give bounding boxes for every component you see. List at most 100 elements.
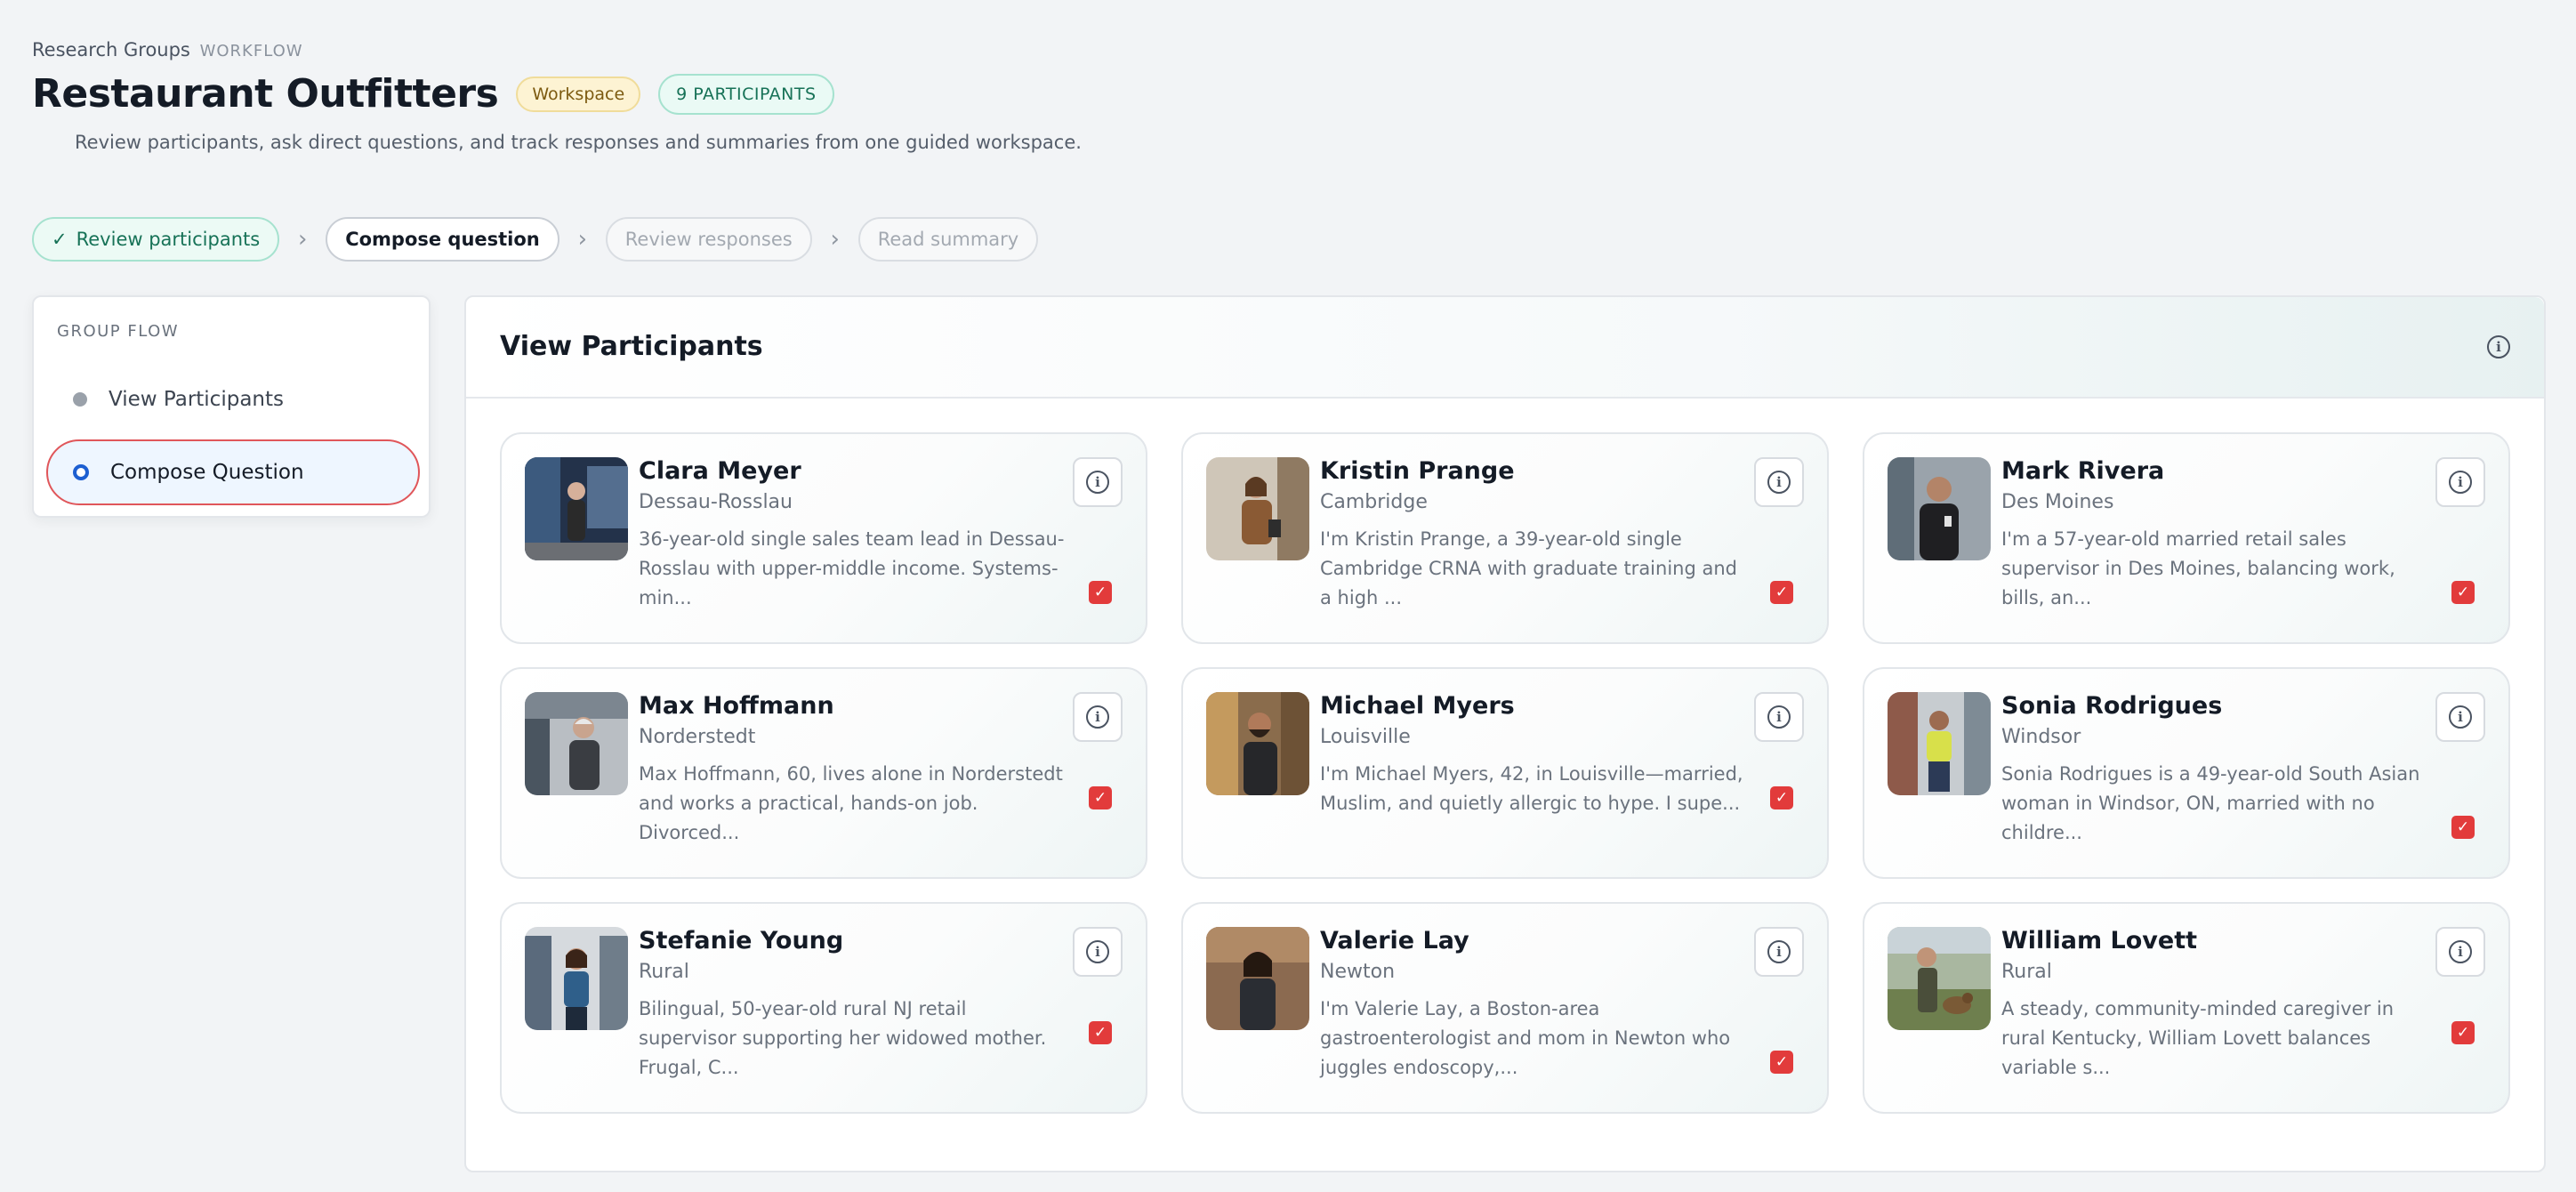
info-icon: i	[2449, 705, 2472, 729]
participant-card[interactable]: Kristin Prange Cambridge I'm Kristin Pra…	[1181, 432, 1829, 644]
participant-card[interactable]: Mark Rivera Des Moines I'm a 57-year-old…	[1863, 432, 2510, 644]
step-label: Compose question	[345, 229, 540, 250]
checkmark-icon: ✓	[52, 229, 68, 250]
sidebar-heading: GROUP FLOW	[57, 322, 180, 341]
participant-info-button[interactable]: i	[1073, 457, 1123, 507]
participant-info-button[interactable]: i	[1754, 927, 1804, 977]
participant-name: William Lovett	[2001, 927, 2198, 954]
sidebar-item-label: Compose Question	[110, 461, 304, 484]
participant-name: Stefanie Young	[639, 927, 844, 954]
panel-header: View Participants i	[466, 297, 2544, 399]
participant-bio: A steady, community-minded caregiver in …	[2001, 998, 2395, 1078]
participant-name: Max Hoffmann	[639, 692, 834, 720]
participant-city: Cambridge	[1320, 491, 1428, 513]
participant-select-checkbox[interactable]: ✓	[2451, 1021, 2475, 1044]
participant-info-button[interactable]: i	[1073, 692, 1123, 742]
participant-photo	[1206, 692, 1309, 795]
participants-count-badge: 9 PARTICIPANTS	[658, 73, 834, 115]
participants-panel: View Participants i Clara Meyer Dessau-R…	[464, 295, 2546, 1172]
chevron-right-icon: ›	[297, 226, 308, 253]
step-review-responses[interactable]: Review responses	[605, 217, 812, 262]
participant-card[interactable]: Sonia Rodrigues Windsor Sonia Rodrigues …	[1863, 667, 2510, 879]
participant-info-button[interactable]: i	[2435, 927, 2485, 977]
info-icon: i	[1086, 940, 1109, 963]
participant-bio: Max Hoffmann, 60, lives alone in Norders…	[639, 763, 1063, 843]
participant-photo	[525, 692, 628, 795]
chevron-right-icon: ›	[577, 226, 587, 253]
step-compose-question[interactable]: Compose question	[326, 217, 559, 262]
info-icon[interactable]: i	[2487, 335, 2510, 358]
participant-info-button[interactable]: i	[1754, 457, 1804, 507]
participant-card[interactable]: Stefanie Young Rural Bilingual, 50-year-…	[500, 902, 1147, 1114]
participant-select-checkbox[interactable]: ✓	[1770, 786, 1793, 809]
info-icon: i	[1767, 940, 1791, 963]
participant-city: Louisville	[1320, 726, 1411, 748]
panel-title: View Participants	[500, 331, 763, 362]
participant-bio: I'm Michael Myers, 42, in Louisville—mar…	[1320, 763, 1743, 814]
participant-name: Michael Myers	[1320, 692, 1515, 720]
participant-select-checkbox[interactable]: ✓	[1089, 786, 1112, 809]
workflow-stepper: ✓ Review participants › Compose question…	[32, 217, 1039, 262]
participant-info-button[interactable]: i	[1073, 927, 1123, 977]
participant-select-checkbox[interactable]: ✓	[1770, 581, 1793, 604]
group-flow-sidebar: GROUP FLOW View Participants Compose Que…	[32, 295, 431, 518]
info-icon: i	[1767, 705, 1791, 729]
participant-card[interactable]: Max Hoffmann Norderstedt Max Hoffmann, 6…	[500, 667, 1147, 879]
participant-city: Dessau-Rosslau	[639, 491, 793, 513]
participant-photo	[1206, 457, 1309, 560]
participant-name: Mark Rivera	[2001, 457, 2165, 485]
participant-select-checkbox[interactable]: ✓	[1770, 1051, 1793, 1074]
participant-card[interactable]: William Lovett Rural A steady, community…	[1863, 902, 2510, 1114]
participant-card[interactable]: Clara Meyer Dessau-Rosslau 36-year-old s…	[500, 432, 1147, 644]
radio-selected-icon	[73, 464, 89, 480]
participant-info-button[interactable]: i	[1754, 692, 1804, 742]
participant-city: Rural	[2001, 961, 2052, 983]
participant-card[interactable]: Michael Myers Louisville I'm Michael Mye…	[1181, 667, 1829, 879]
participant-name: Sonia Rodrigues	[2001, 692, 2223, 720]
info-icon: i	[1767, 471, 1791, 494]
participant-bio: Bilingual, 50-year-old rural NJ retail s…	[639, 998, 1047, 1078]
status-dot-icon	[73, 392, 87, 407]
step-label: Review participants	[76, 229, 261, 250]
participant-select-checkbox[interactable]: ✓	[1089, 581, 1112, 604]
participant-photo	[1206, 927, 1309, 1030]
step-label: Review responses	[624, 229, 793, 250]
participant-name: Clara Meyer	[639, 457, 801, 485]
participant-city: Norderstedt	[639, 726, 756, 748]
step-label: Read summary	[877, 229, 1019, 250]
sidebar-item-label: View Participants	[109, 388, 284, 411]
participant-photo	[525, 927, 628, 1030]
participant-bio: 36-year-old single sales team lead in De…	[639, 528, 1065, 608]
participant-info-button[interactable]: i	[2435, 692, 2485, 742]
participant-city: Windsor	[2001, 726, 2081, 748]
participant-bio: Sonia Rodrigues is a 49-year-old South A…	[2001, 763, 2420, 843]
participant-info-button[interactable]: i	[2435, 457, 2485, 507]
workspace-badge: Workspace	[516, 76, 641, 112]
breadcrumb-section: WORKFLOW	[199, 42, 303, 60]
step-review-participants[interactable]: ✓ Review participants	[32, 217, 280, 262]
participant-city: Des Moines	[2001, 491, 2114, 513]
info-icon: i	[1086, 705, 1109, 729]
participant-select-checkbox[interactable]: ✓	[2451, 816, 2475, 839]
participant-bio: I'm Kristin Prange, a 39-year-old single…	[1320, 528, 1737, 608]
participant-photo	[525, 457, 628, 560]
info-icon: i	[2449, 940, 2472, 963]
title-row: Restaurant Outfitters Workspace 9 PARTIC…	[32, 71, 834, 117]
info-icon: i	[2449, 471, 2472, 494]
participant-city: Rural	[639, 961, 689, 983]
sidebar-item-compose-question[interactable]: Compose Question	[46, 439, 420, 505]
participant-bio: I'm Valerie Lay, a Boston-area gastroent…	[1320, 998, 1731, 1078]
step-read-summary[interactable]: Read summary	[857, 217, 1039, 262]
page-title: Restaurant Outfitters	[32, 71, 499, 117]
info-icon: i	[1086, 471, 1109, 494]
participant-card[interactable]: Valerie Lay Newton I'm Valerie Lay, a Bo…	[1181, 902, 1829, 1114]
participant-name: Kristin Prange	[1320, 457, 1515, 485]
participant-select-checkbox[interactable]: ✓	[1089, 1021, 1112, 1044]
participant-city: Newton	[1320, 961, 1396, 983]
participant-select-checkbox[interactable]: ✓	[2451, 581, 2475, 604]
participant-photo	[1888, 927, 1991, 1030]
participant-photo	[1888, 692, 1991, 795]
page-description: Review participants, ask direct question…	[75, 132, 1082, 153]
breadcrumb-root[interactable]: Research Groups	[32, 39, 190, 60]
sidebar-item-view-participants[interactable]: View Participants	[46, 366, 420, 432]
